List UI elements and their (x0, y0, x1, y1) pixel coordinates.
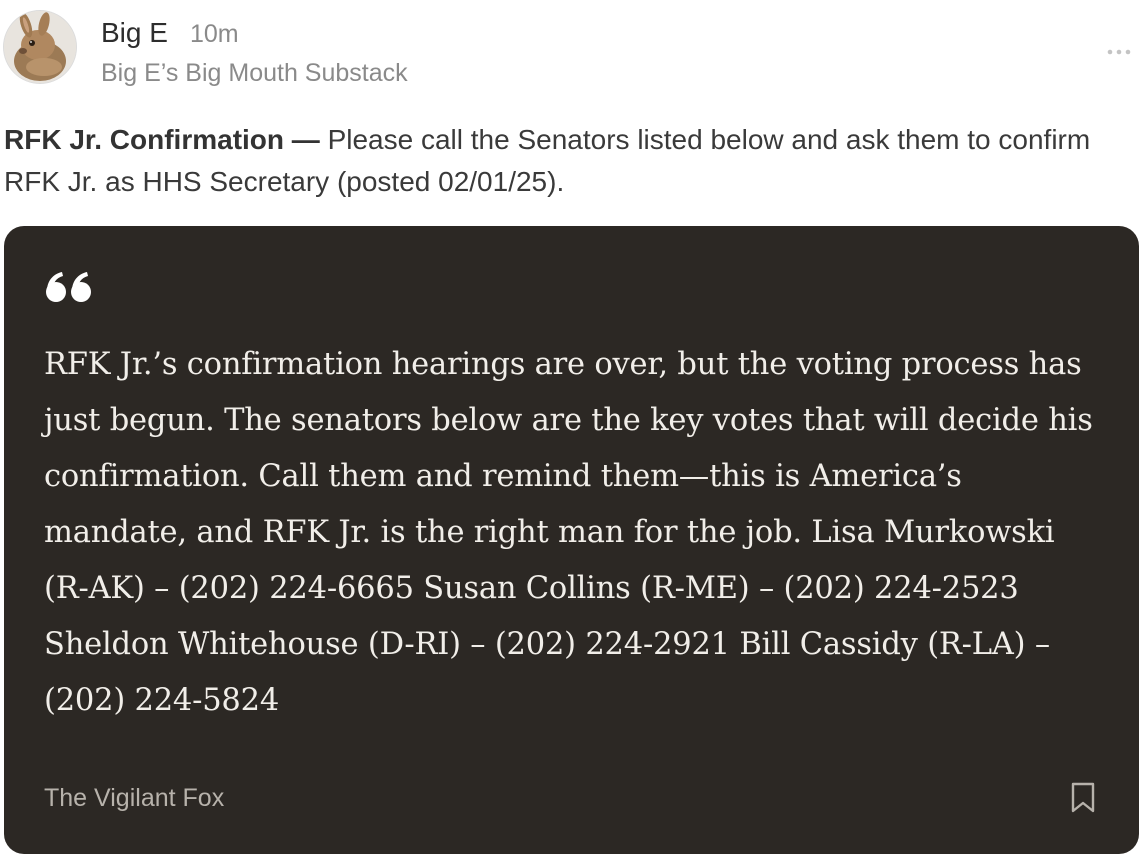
quote-mark-icon (46, 272, 91, 302)
publication-name[interactable]: Big E’s Big Mouth Substack (101, 57, 408, 89)
more-horizontal-icon (1107, 49, 1131, 55)
post-body: RFK Jr. Confirmation — Please call the S… (4, 119, 1124, 203)
post-title: RFK Jr. Confirmation — (4, 124, 320, 155)
bookmark-button[interactable] (1070, 782, 1096, 814)
quote-text: RFK Jr.’s confirmation hearings are over… (44, 347, 1093, 718)
post-timestamp: 10m (190, 20, 239, 48)
avatar-rabbit-image (4, 11, 76, 83)
avatar[interactable] (4, 11, 76, 83)
quote-card[interactable]: RFK Jr.’s confirmation hearings are over… (4, 226, 1139, 854)
quote-source[interactable]: The Vigilant Fox (44, 782, 224, 814)
bookmark-icon (1071, 782, 1095, 813)
author-name[interactable]: Big E (101, 15, 168, 51)
more-options-button[interactable] (1104, 44, 1134, 60)
